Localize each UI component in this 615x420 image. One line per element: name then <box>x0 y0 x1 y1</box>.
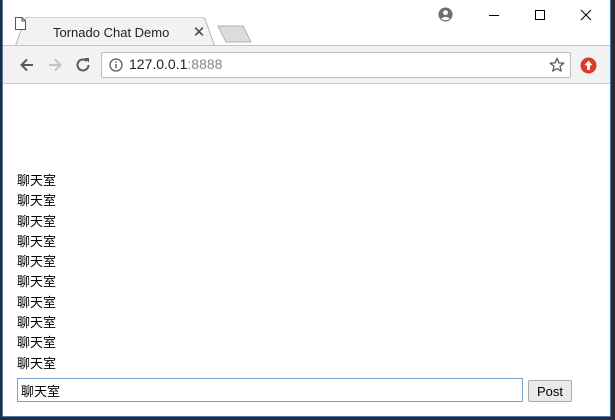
message-list: 聊天室 聊天室 聊天室 聊天室 聊天室 聊天室 聊天室 聊天室 聊天室 聊天室 <box>17 172 56 375</box>
maximize-icon[interactable] <box>517 0 563 30</box>
message: 聊天室 <box>17 316 57 332</box>
message: 聊天室 <box>17 194 57 210</box>
info-icon[interactable] <box>109 58 123 72</box>
message: 聊天室 <box>17 275 57 291</box>
post-button[interactable]: Post <box>528 380 572 402</box>
message: 聊天室 <box>17 174 57 189</box>
message: 聊天室 <box>17 234 57 250</box>
message: 聊天室 <box>17 336 57 352</box>
new-tab-button[interactable] <box>215 24 253 44</box>
browser-window: Tornado Chat Demo ✕ 127.0.0.1:8888 聊天室 聊… <box>2 0 611 417</box>
profile-icon[interactable] <box>438 7 453 22</box>
close-icon[interactable]: ✕ <box>191 24 207 40</box>
tab-tornado-chat[interactable]: Tornado Chat Demo ✕ <box>15 17 216 47</box>
url-text: 127.0.0.1:8888 <box>129 56 222 72</box>
message: 聊天室 <box>17 214 57 230</box>
forward-icon[interactable] <box>45 55 65 75</box>
browser-toolbar: 127.0.0.1:8888 <box>3 46 610 84</box>
message: 聊天室 <box>17 356 57 372</box>
address-bar[interactable]: 127.0.0.1:8888 <box>101 52 571 78</box>
reload-icon[interactable] <box>73 55 93 75</box>
window-close-icon[interactable] <box>563 0 609 30</box>
message: 聊天室 <box>17 255 57 271</box>
page-content: 聊天室 聊天室 聊天室 聊天室 聊天室 聊天室 聊天室 聊天室 聊天室 聊天室 … <box>3 84 610 416</box>
url-port: :8888 <box>187 56 223 72</box>
tab-title: Tornado Chat Demo <box>53 25 170 40</box>
message: 聊天室 <box>17 295 57 311</box>
url-host: 127.0.0.1 <box>129 56 188 72</box>
page-icon <box>15 17 26 30</box>
title-bar: Tornado Chat Demo ✕ <box>3 0 610 47</box>
minimize-icon[interactable] <box>471 0 517 30</box>
back-icon[interactable] <box>17 55 37 75</box>
star-icon[interactable] <box>549 57 565 73</box>
extension-icon[interactable] <box>580 57 597 74</box>
message-input[interactable] <box>17 378 523 402</box>
